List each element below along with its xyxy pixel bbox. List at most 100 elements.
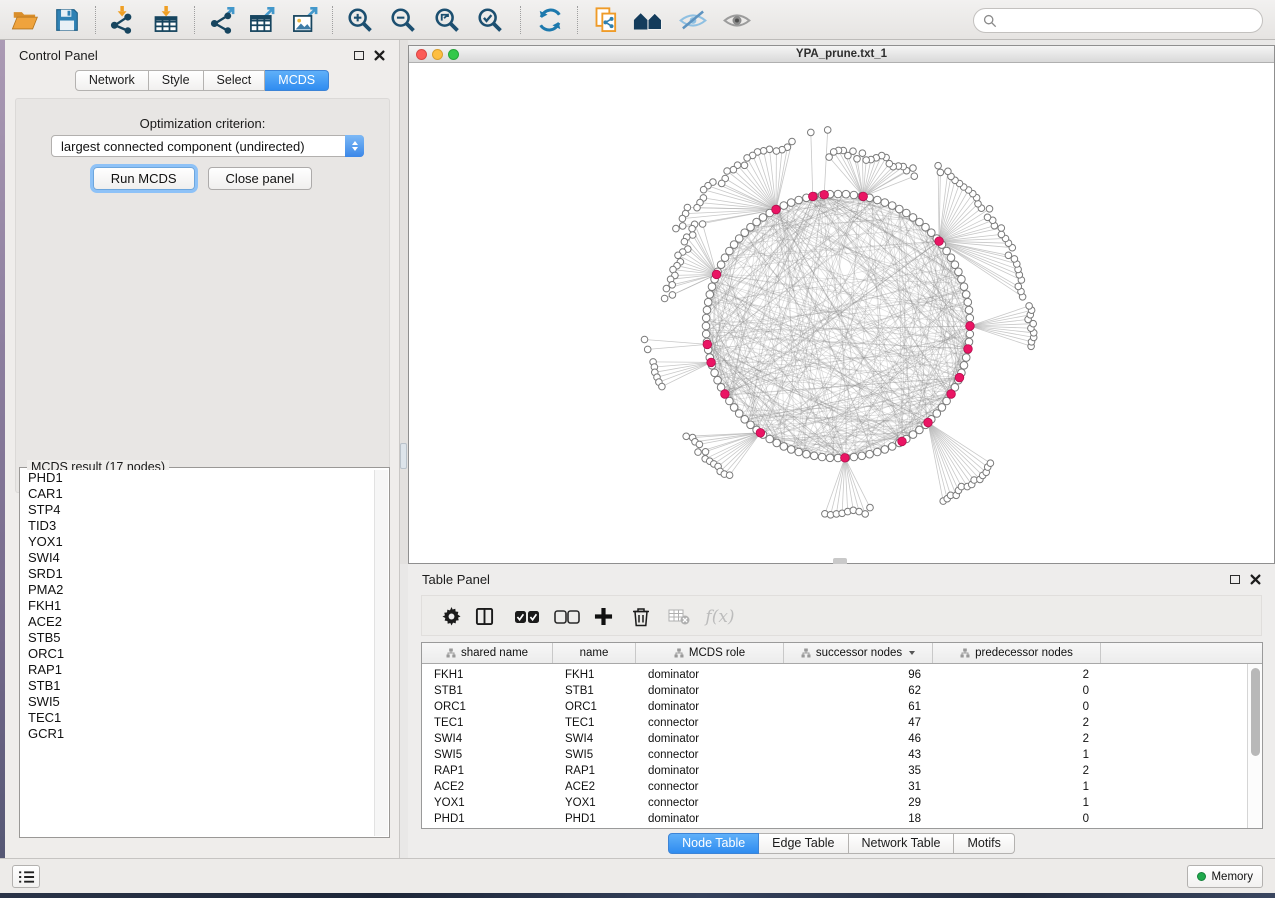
mcds-result-item[interactable]: SWI5	[21, 694, 375, 710]
tab-network-table[interactable]: Network Table	[849, 833, 955, 854]
show-all-button[interactable]	[720, 4, 754, 36]
mcds-list-scrollbar[interactable]	[374, 470, 388, 836]
table-cell: SWI5	[553, 747, 636, 763]
status-bar: Memory	[0, 858, 1275, 893]
export-table-button[interactable]	[245, 4, 279, 36]
table-row[interactable]: SWI4SWI4dominator462	[422, 731, 1248, 747]
tab-mcds[interactable]: MCDS	[265, 70, 329, 91]
fx-icon: f(x)	[705, 607, 734, 627]
column-header-name[interactable]: name	[553, 643, 636, 663]
column-header-successor-nodes[interactable]: successor nodes	[784, 643, 933, 663]
divider-handle[interactable]	[400, 443, 407, 469]
duplicate-network-button[interactable]	[590, 4, 624, 36]
criterion-select[interactable]: largest connected component (undirected)	[51, 135, 364, 157]
export-network-button[interactable]	[205, 4, 239, 36]
run-mcds-button[interactable]: Run MCDS	[93, 167, 195, 190]
duplicate-network-icon	[593, 6, 621, 34]
mcds-result-item[interactable]: ORC1	[21, 646, 375, 662]
import-table-button[interactable]	[149, 4, 183, 36]
mcds-result-item[interactable]: PMA2	[21, 582, 375, 598]
network-canvas[interactable]	[409, 63, 1274, 563]
hide-selected-button[interactable]	[676, 4, 710, 36]
network-window-titlebar[interactable]: YPA_prune.txt_1	[409, 46, 1274, 63]
column-header-predecessor-nodes[interactable]: predecessor nodes	[933, 643, 1101, 663]
export-image-button[interactable]	[288, 4, 322, 36]
table-row[interactable]: FKH1FKH1dominator962	[422, 667, 1248, 683]
table-row[interactable]: ORC1ORC1dominator610	[422, 699, 1248, 715]
open-file-button[interactable]	[8, 4, 42, 36]
close-panel-button[interactable]: Close panel	[208, 167, 313, 190]
table-cell: 46	[784, 731, 933, 747]
table-scrollbar-thumb[interactable]	[1251, 668, 1260, 756]
shared-attribute-icon	[960, 648, 970, 658]
create-column-button[interactable]	[588, 596, 618, 637]
panel-divider[interactable]	[400, 40, 408, 564]
delete-table-button[interactable]	[664, 596, 694, 637]
table-row[interactable]: TEC1TEC1connector472	[422, 715, 1248, 731]
mcds-result-item[interactable]: SRD1	[21, 566, 375, 582]
table-cell: connector	[636, 795, 784, 811]
select-all-rows-button[interactable]	[510, 596, 544, 637]
close-panel-icon[interactable]	[374, 50, 385, 61]
mcds-result-item[interactable]: TID3	[21, 518, 375, 534]
deselect-all-rows-button[interactable]	[550, 596, 584, 637]
table-cell: connector	[636, 715, 784, 731]
tab-style[interactable]: Style	[149, 70, 204, 91]
table-row[interactable]: STB1STB1dominator620	[422, 683, 1248, 699]
tab-node-table[interactable]: Node Table	[668, 833, 759, 854]
float-table-panel-icon[interactable]	[1230, 575, 1240, 584]
table-row[interactable]: SWI5SWI5connector431	[422, 747, 1248, 763]
tab-network[interactable]: Network	[75, 70, 149, 91]
zoom-in-button[interactable]	[343, 4, 377, 36]
tab-edge-table[interactable]: Edge Table	[759, 833, 848, 854]
network-view-window: YPA_prune.txt_1	[408, 45, 1275, 564]
refresh-button[interactable]	[533, 4, 567, 36]
table-scrollbar[interactable]	[1247, 664, 1262, 828]
table-cell: 47	[784, 715, 933, 731]
column-header-MCDS-role[interactable]: MCDS role	[636, 643, 784, 663]
zoom-selected-button[interactable]	[473, 4, 507, 36]
table-cell: STB1	[553, 683, 636, 699]
function-builder-button[interactable]: f(x)	[700, 596, 740, 637]
mcds-result-item[interactable]: CAR1	[21, 486, 375, 502]
show-panels-menu-button[interactable]	[12, 865, 40, 888]
shared-attribute-icon	[446, 648, 456, 658]
mcds-result-item[interactable]: FKH1	[21, 598, 375, 614]
table-cell: YOX1	[422, 795, 553, 811]
zoom-fit-button[interactable]	[430, 4, 464, 36]
search-field[interactable]	[973, 8, 1263, 33]
import-network-button[interactable]	[105, 4, 139, 36]
table-panel-tabs: Node TableEdge TableNetwork TableMotifs	[668, 833, 1015, 854]
table-cell: 0	[933, 699, 1101, 715]
table-settings-button[interactable]	[436, 596, 466, 637]
tab-select[interactable]: Select	[204, 70, 266, 91]
column-header-shared-name[interactable]: shared name	[422, 643, 553, 663]
mcds-result-item[interactable]: ACE2	[21, 614, 375, 630]
mcds-result-item[interactable]: PHD1	[21, 470, 375, 486]
mcds-result-item[interactable]: GCR1	[21, 726, 375, 742]
float-panel-icon[interactable]	[354, 51, 364, 60]
delete-column-button[interactable]	[626, 596, 656, 637]
save-session-button[interactable]	[50, 4, 84, 36]
mcds-result-item[interactable]: YOX1	[21, 534, 375, 550]
mcds-result-item[interactable]: STB5	[21, 630, 375, 646]
tab-motifs[interactable]: Motifs	[954, 833, 1014, 854]
mcds-result-item[interactable]: STP4	[21, 502, 375, 518]
search-input[interactable]	[1002, 14, 1262, 28]
mcds-result-item[interactable]: STB1	[21, 678, 375, 694]
table-row[interactable]: YOX1YOX1connector291	[422, 795, 1248, 811]
zoom-out-button[interactable]	[386, 4, 420, 36]
toolbar-separator	[332, 6, 333, 34]
table-row[interactable]: ACE2ACE2connector311	[422, 779, 1248, 795]
table-row[interactable]: RAP1RAP1dominator352	[422, 763, 1248, 779]
mcds-result-item[interactable]: RAP1	[21, 662, 375, 678]
mcds-result-item[interactable]: SWI4	[21, 550, 375, 566]
table-row[interactable]: PHD1PHD1dominator180	[422, 811, 1248, 827]
show-column-panel-button[interactable]	[469, 596, 499, 637]
mcds-result-item[interactable]: TEC1	[21, 710, 375, 726]
table-cell: 2	[933, 715, 1101, 731]
first-neighbors-button[interactable]	[631, 4, 665, 36]
memory-button[interactable]: Memory	[1187, 865, 1263, 888]
close-table-panel-icon[interactable]	[1250, 574, 1261, 585]
eye-slash-icon	[678, 7, 708, 34]
